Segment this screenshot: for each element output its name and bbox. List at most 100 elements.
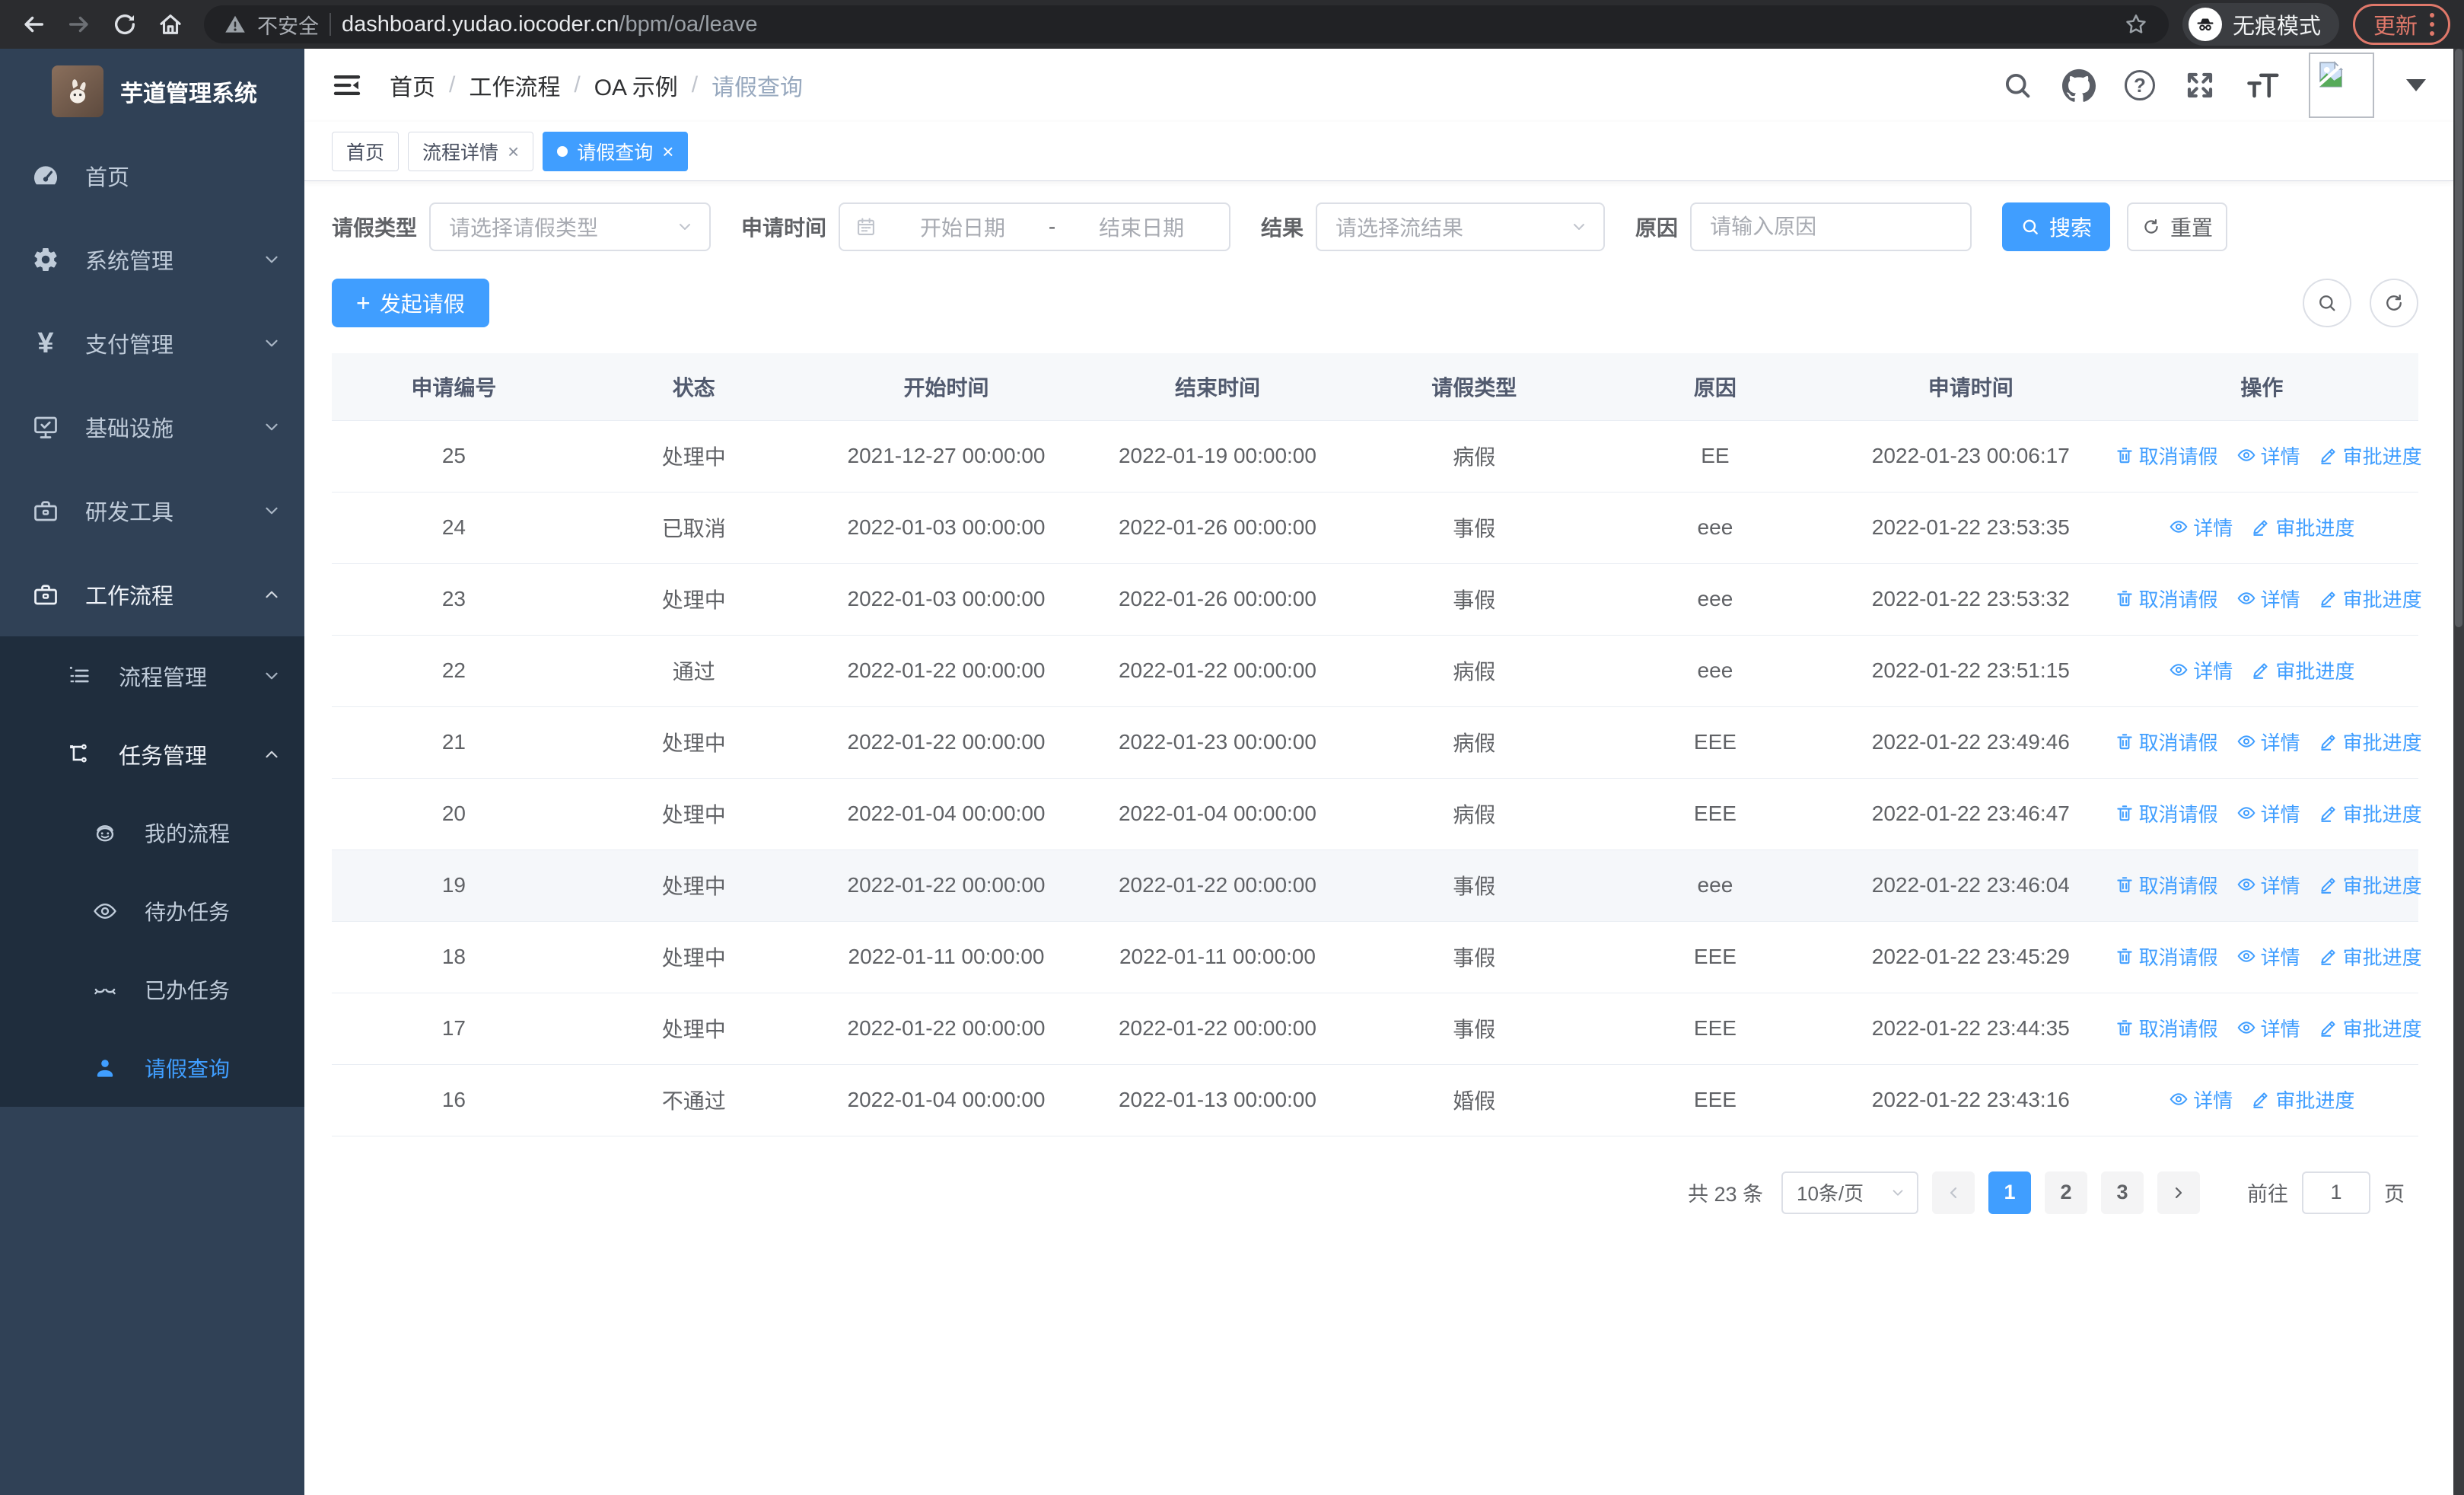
pen-icon (2320, 735, 2335, 751)
eye-icon (2170, 521, 2188, 533)
close-icon[interactable]: × (662, 142, 673, 161)
page-button-1[interactable]: 1 (1988, 1171, 2031, 1214)
detail-action-link[interactable]: 详情 (2169, 513, 2233, 541)
create-leave-button[interactable]: + 发起请假 (332, 279, 489, 327)
browser-forward-button[interactable] (59, 5, 99, 44)
page-scrollbar[interactable] (2453, 49, 2464, 1495)
breadcrumb-item[interactable]: 首页 (390, 69, 435, 102)
font-size-icon[interactable] (2245, 69, 2280, 101)
detail-action-link[interactable]: 详情 (2236, 728, 2300, 756)
cell-id: 20 (332, 778, 576, 850)
tab-process-detail[interactable]: 流程详情 × (408, 131, 534, 171)
eye-icon (2237, 950, 2255, 962)
next-page-button[interactable] (2157, 1171, 2200, 1214)
action-label: 审批进度 (2342, 874, 2422, 897)
trash-icon (2116, 734, 2132, 750)
sidebar-item-my-process[interactable]: 我的流程 (0, 793, 304, 872)
page-size-select[interactable]: 10条/页 (1781, 1171, 1918, 1214)
progress-action-link[interactable]: 审批进度 (2251, 656, 2354, 684)
sidebar-item-leave-query[interactable]: 请假查询 (0, 1028, 304, 1107)
reset-button[interactable]: 重置 (2127, 202, 2228, 251)
sidebar-item-payment[interactable]: ¥ 支付管理 (0, 301, 304, 385)
cancel-action-link[interactable]: 取消请假 (2115, 1014, 2218, 1042)
cancel-action-link[interactable]: 取消请假 (2115, 441, 2218, 470)
browser-menu-icon[interactable] (2430, 13, 2434, 36)
user-menu-caret-icon[interactable] (2406, 79, 2426, 91)
tab-leave-query[interactable]: 请假查询 × (543, 131, 689, 171)
close-icon[interactable]: × (508, 142, 519, 161)
sidebar-item-label: 工作流程 (85, 585, 174, 609)
detail-action-link[interactable]: 详情 (2169, 656, 2233, 684)
breadcrumb-item[interactable]: 工作流程 (469, 69, 560, 102)
sidebar-collapse-button[interactable] (332, 70, 362, 100)
sidebar-item-task-mgmt[interactable]: 任务管理 (0, 715, 304, 793)
cancel-action-link[interactable]: 取消请假 (2115, 799, 2218, 827)
leave-type-select[interactable]: 请选择请假类型 (429, 202, 712, 251)
sidebar-item-process-mgmt[interactable]: 流程管理 (0, 636, 304, 715)
table-refresh-button[interactable] (2370, 279, 2418, 327)
result-select[interactable]: 请选择流结果 (1316, 202, 1606, 251)
detail-action-link[interactable]: 详情 (2236, 799, 2300, 827)
table-row: 16 不通过 2022-01-04 00:00:00 2022-01-13 00:00… (332, 1064, 2418, 1136)
tab-home[interactable]: 首页 (332, 131, 400, 171)
page-button-2[interactable]: 2 (2045, 1171, 2087, 1214)
chevron-right-icon (2175, 1187, 2182, 1198)
detail-action-link[interactable]: 详情 (2169, 1085, 2233, 1114)
detail-action-link[interactable]: 详情 (2236, 441, 2300, 470)
sidebar-item-workflow[interactable]: 工作流程 (0, 553, 304, 636)
cell-actions: 取消请假 详情 审批进度 (2105, 420, 2422, 492)
detail-action-link[interactable]: 详情 (2236, 871, 2300, 899)
browser-back-button[interactable] (14, 5, 53, 44)
sidebar-item-todo-tasks[interactable]: 待办任务 (0, 872, 304, 950)
sidebar-item-home[interactable]: 首页 (0, 134, 304, 218)
cell-end: 2022-01-23 00:00:00 (1081, 706, 1355, 779)
eye-icon (2237, 807, 2255, 819)
action-label: 审批进度 (2342, 445, 2422, 468)
detail-action-link[interactable]: 详情 (2236, 1014, 2300, 1042)
progress-action-link[interactable]: 审批进度 (2319, 441, 2422, 470)
cell-apply_time: 2022-01-22 23:53:32 (1835, 563, 2106, 636)
home-icon (160, 14, 181, 34)
goto-page-input[interactable] (2302, 1171, 2370, 1214)
help-icon[interactable]: ? (2125, 70, 2155, 100)
bookmark-star-icon[interactable] (2123, 11, 2149, 37)
browser-reload-button[interactable] (105, 5, 145, 44)
progress-action-link[interactable]: 审批进度 (2251, 513, 2354, 541)
sidebar-item-system[interactable]: 系统管理 (0, 218, 304, 301)
progress-action-link[interactable]: 审批进度 (2319, 942, 2422, 971)
progress-action-link[interactable]: 审批进度 (2319, 585, 2422, 613)
browser-update-button[interactable]: 更新 (2352, 4, 2450, 45)
cancel-action-link[interactable]: 取消请假 (2115, 942, 2218, 971)
sidebar-item-done-tasks[interactable]: 已办任务 (0, 950, 304, 1028)
progress-action-link[interactable]: 审批进度 (2251, 1085, 2354, 1114)
detail-action-link[interactable]: 详情 (2236, 585, 2300, 613)
chevron-down-icon (266, 256, 278, 263)
breadcrumb-item[interactable]: OA 示例 (594, 69, 678, 102)
cancel-action-link[interactable]: 取消请假 (2115, 585, 2218, 613)
cancel-action-link[interactable]: 取消请假 (2115, 728, 2218, 756)
page-button-3[interactable]: 3 (2101, 1171, 2144, 1214)
progress-action-link[interactable]: 审批进度 (2319, 871, 2422, 899)
sidebar-item-devtools[interactable]: 研发工具 (0, 469, 304, 553)
sidebar-item-infra[interactable]: 基础设施 (0, 385, 304, 469)
column-header: 状态 (575, 353, 812, 420)
table-search-toggle-button[interactable] (2303, 279, 2351, 327)
github-icon[interactable] (2062, 69, 2096, 102)
browser-home-button[interactable] (151, 5, 190, 44)
prev-page-button[interactable] (1932, 1171, 1975, 1214)
header-search-icon[interactable] (2001, 69, 2033, 101)
cancel-action-link[interactable]: 取消请假 (2115, 871, 2218, 899)
avatar[interactable] (2309, 53, 2374, 118)
progress-action-link[interactable]: 审批进度 (2319, 1014, 2422, 1042)
cell-status: 处理中 (575, 563, 812, 636)
reason-input[interactable] (1690, 202, 1972, 251)
apply-time-range-picker[interactable]: 开始日期 - 结束日期 (839, 202, 1231, 251)
fullscreen-icon[interactable] (2184, 69, 2216, 101)
progress-action-link[interactable]: 审批进度 (2319, 799, 2422, 827)
cell-status: 处理中 (575, 850, 812, 922)
progress-action-link[interactable]: 审批进度 (2319, 728, 2422, 756)
scrollbar-thumb[interactable] (2455, 49, 2462, 627)
url-bar[interactable]: 不安全 dashboard.yudao.iocoder.cn/bpm/oa/le… (204, 5, 2169, 43)
search-button[interactable]: 搜索 (2002, 202, 2111, 251)
detail-action-link[interactable]: 详情 (2236, 942, 2300, 971)
